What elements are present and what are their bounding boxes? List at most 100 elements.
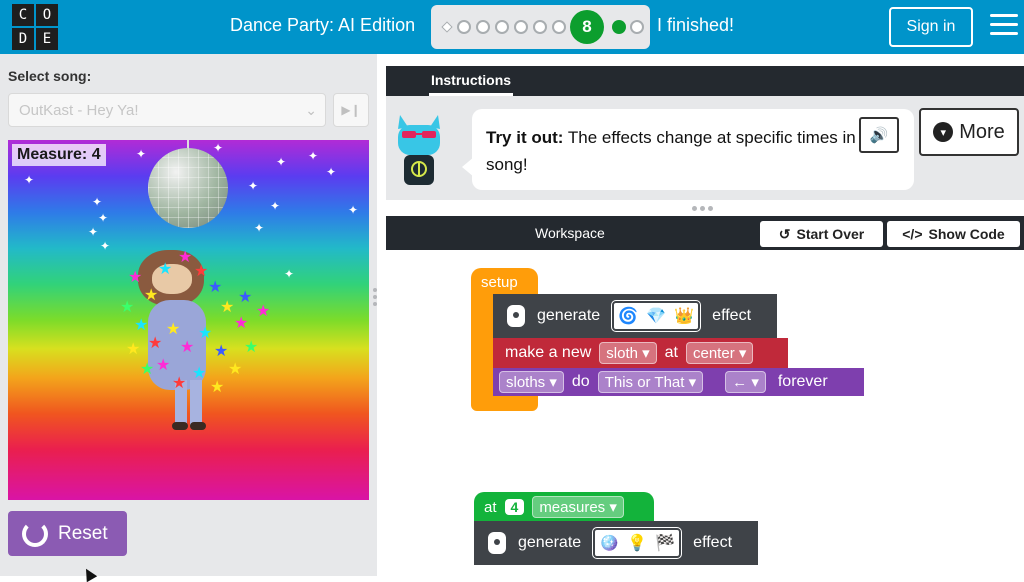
star-icon: ★ [194,263,209,280]
star-icon: ★ [244,339,259,356]
star-icon: ★ [198,325,213,342]
cat-avatar-icon [398,115,440,185]
sparkle-icon: ✦ [284,267,295,281]
star-icon: ★ [158,261,173,278]
group-dropdown[interactable]: sloths ▾ [499,371,564,393]
hamburger-icon[interactable] [990,14,1018,38]
star-icon: ★ [172,375,187,392]
level-diamond-icon[interactable] [441,21,453,33]
disco-ball-icon [148,148,228,228]
play-pause-icon[interactable]: ▶❙ [333,93,369,127]
star-icon: ★ [208,279,223,296]
chevron-down-icon: ▾ [933,122,954,142]
level-dot[interactable] [552,20,566,34]
logo-letter-e: E [36,28,58,50]
sparkle-icon: ✦ [326,165,337,179]
text-to-speech-icon[interactable]: 🔊 [859,117,899,153]
star-icon: ★ [228,361,243,378]
level-dot[interactable] [476,20,490,34]
song-select-value: OutKast - Hey Ya! [19,102,139,119]
sprite-dropdown[interactable]: sloth ▾ [599,342,657,364]
effect-emoji-field[interactable]: 🪩 💡 🏁 [592,527,683,559]
sign-in-button[interactable]: Sign in [889,7,973,47]
show-code-button[interactable]: </> Show Code [887,221,1020,247]
logo-letter-d: D [12,28,34,50]
tab-instructions[interactable]: Instructions [429,66,513,96]
rotate-icon [22,520,48,547]
make-label: make a new [505,344,592,361]
star-icon: ★ [210,379,225,396]
star-icon: ★ [178,249,193,266]
sparkle-icon: ✦ [24,173,35,187]
sparkle-icon: ✦ [100,239,111,253]
reset-label: Reset [58,522,108,544]
song-select[interactable]: OutKast - Hey Ya! ⌄ [8,93,326,127]
dance-stage: Measure: 4 ✦ ✦ ✦ ✦ ✦ ✦ ✦ ✦ ✦ ✦ ✦ ✦ ✦ ✦ ✦… [8,140,369,500]
code-icon: </> [902,226,923,242]
sloth-dancer-foot [172,422,188,430]
measures-dropdown[interactable]: measures ▾ [532,496,624,518]
start-over-button[interactable]: ↺ Start Over [760,221,883,247]
star-icon: ★ [166,321,181,338]
swirl-icon: 🌀 [618,308,639,325]
undo-icon: ↺ [778,225,791,242]
level-dot[interactable] [495,20,509,34]
finished-link[interactable]: I finished! [657,15,734,36]
current-level[interactable]: 8 [570,10,604,44]
generate-effect-block-2[interactable]: generate 🪩 💡 🏁 effect [474,521,758,565]
speech-bubble-tail [462,157,474,177]
lightbulb-icon: 💡 [627,535,648,552]
effect-label: effect [693,534,733,551]
level-dot[interactable] [457,20,471,34]
sparkle-icon: ✦ [348,203,359,217]
star-icon: ★ [126,341,141,358]
star-icon: ★ [134,317,149,334]
logo-letter-o: O [36,4,58,26]
start-over-label: Start Over [796,226,865,242]
level-dot[interactable] [533,20,547,34]
measure-number-field[interactable]: 4 [504,499,525,515]
star-icon: ★ [120,299,135,316]
location-dropdown[interactable]: center ▾ [686,342,754,364]
star-icon: ★ [156,357,171,374]
generate-label: generate [537,307,601,324]
sparkle-icon: ✦ [270,199,281,213]
level-dot[interactable] [514,20,528,34]
level-dot-completed[interactable] [612,20,626,34]
setup-block-arm[interactable] [471,296,493,400]
at-measure-label: at [484,498,497,516]
generate-effect-block[interactable]: generate 🌀 💎 👑 effect [493,294,777,338]
setup-block-foot[interactable] [471,396,538,411]
star-icon: ★ [128,269,143,286]
star-icon: ★ [148,335,163,352]
level-dot[interactable] [630,20,644,34]
level-progress: 8 [431,5,650,49]
code-logo[interactable]: C O D E [12,4,60,50]
workspace-title: Workspace [535,225,605,241]
instructions-bold: Try it out: [486,128,564,147]
robot-icon [488,532,506,554]
at-label: at [664,344,678,361]
instructions-resize-handle[interactable] [692,206,716,212]
star-icon: ★ [180,339,195,356]
dance-move-block[interactable]: sloths ▾ do This or That ▾ ← ▾ forever [493,368,864,396]
instructions-bubble: Try it out: The effects change at specif… [462,109,914,190]
at-measures-block[interactable]: at 4 measures ▾ [474,492,654,522]
lesson-title[interactable]: Dance Party: AI Edition [230,15,415,36]
measure-label: Measure: 4 [12,144,106,166]
reset-button[interactable]: Reset [8,511,127,556]
effect-emoji-field[interactable]: 🌀 💎 👑 [611,300,702,332]
star-icon: ★ [220,299,235,316]
panel-resize-handle[interactable] [373,288,377,308]
more-button[interactable]: ▾ More [919,108,1019,156]
disco-ball-icon: 🪩 [599,535,620,552]
make-sprite-block[interactable]: make a new sloth ▾ at center ▾ [493,338,788,368]
move-dropdown[interactable]: This or That ▾ [597,371,704,393]
forever-label: forever [777,373,828,390]
gem-icon: 💎 [646,308,667,325]
direction-dropdown[interactable]: ← ▾ [725,371,766,393]
star-icon: ★ [192,365,207,382]
star-icon: ★ [144,287,159,304]
show-code-label: Show Code [928,226,1005,242]
more-label: More [959,120,1005,143]
